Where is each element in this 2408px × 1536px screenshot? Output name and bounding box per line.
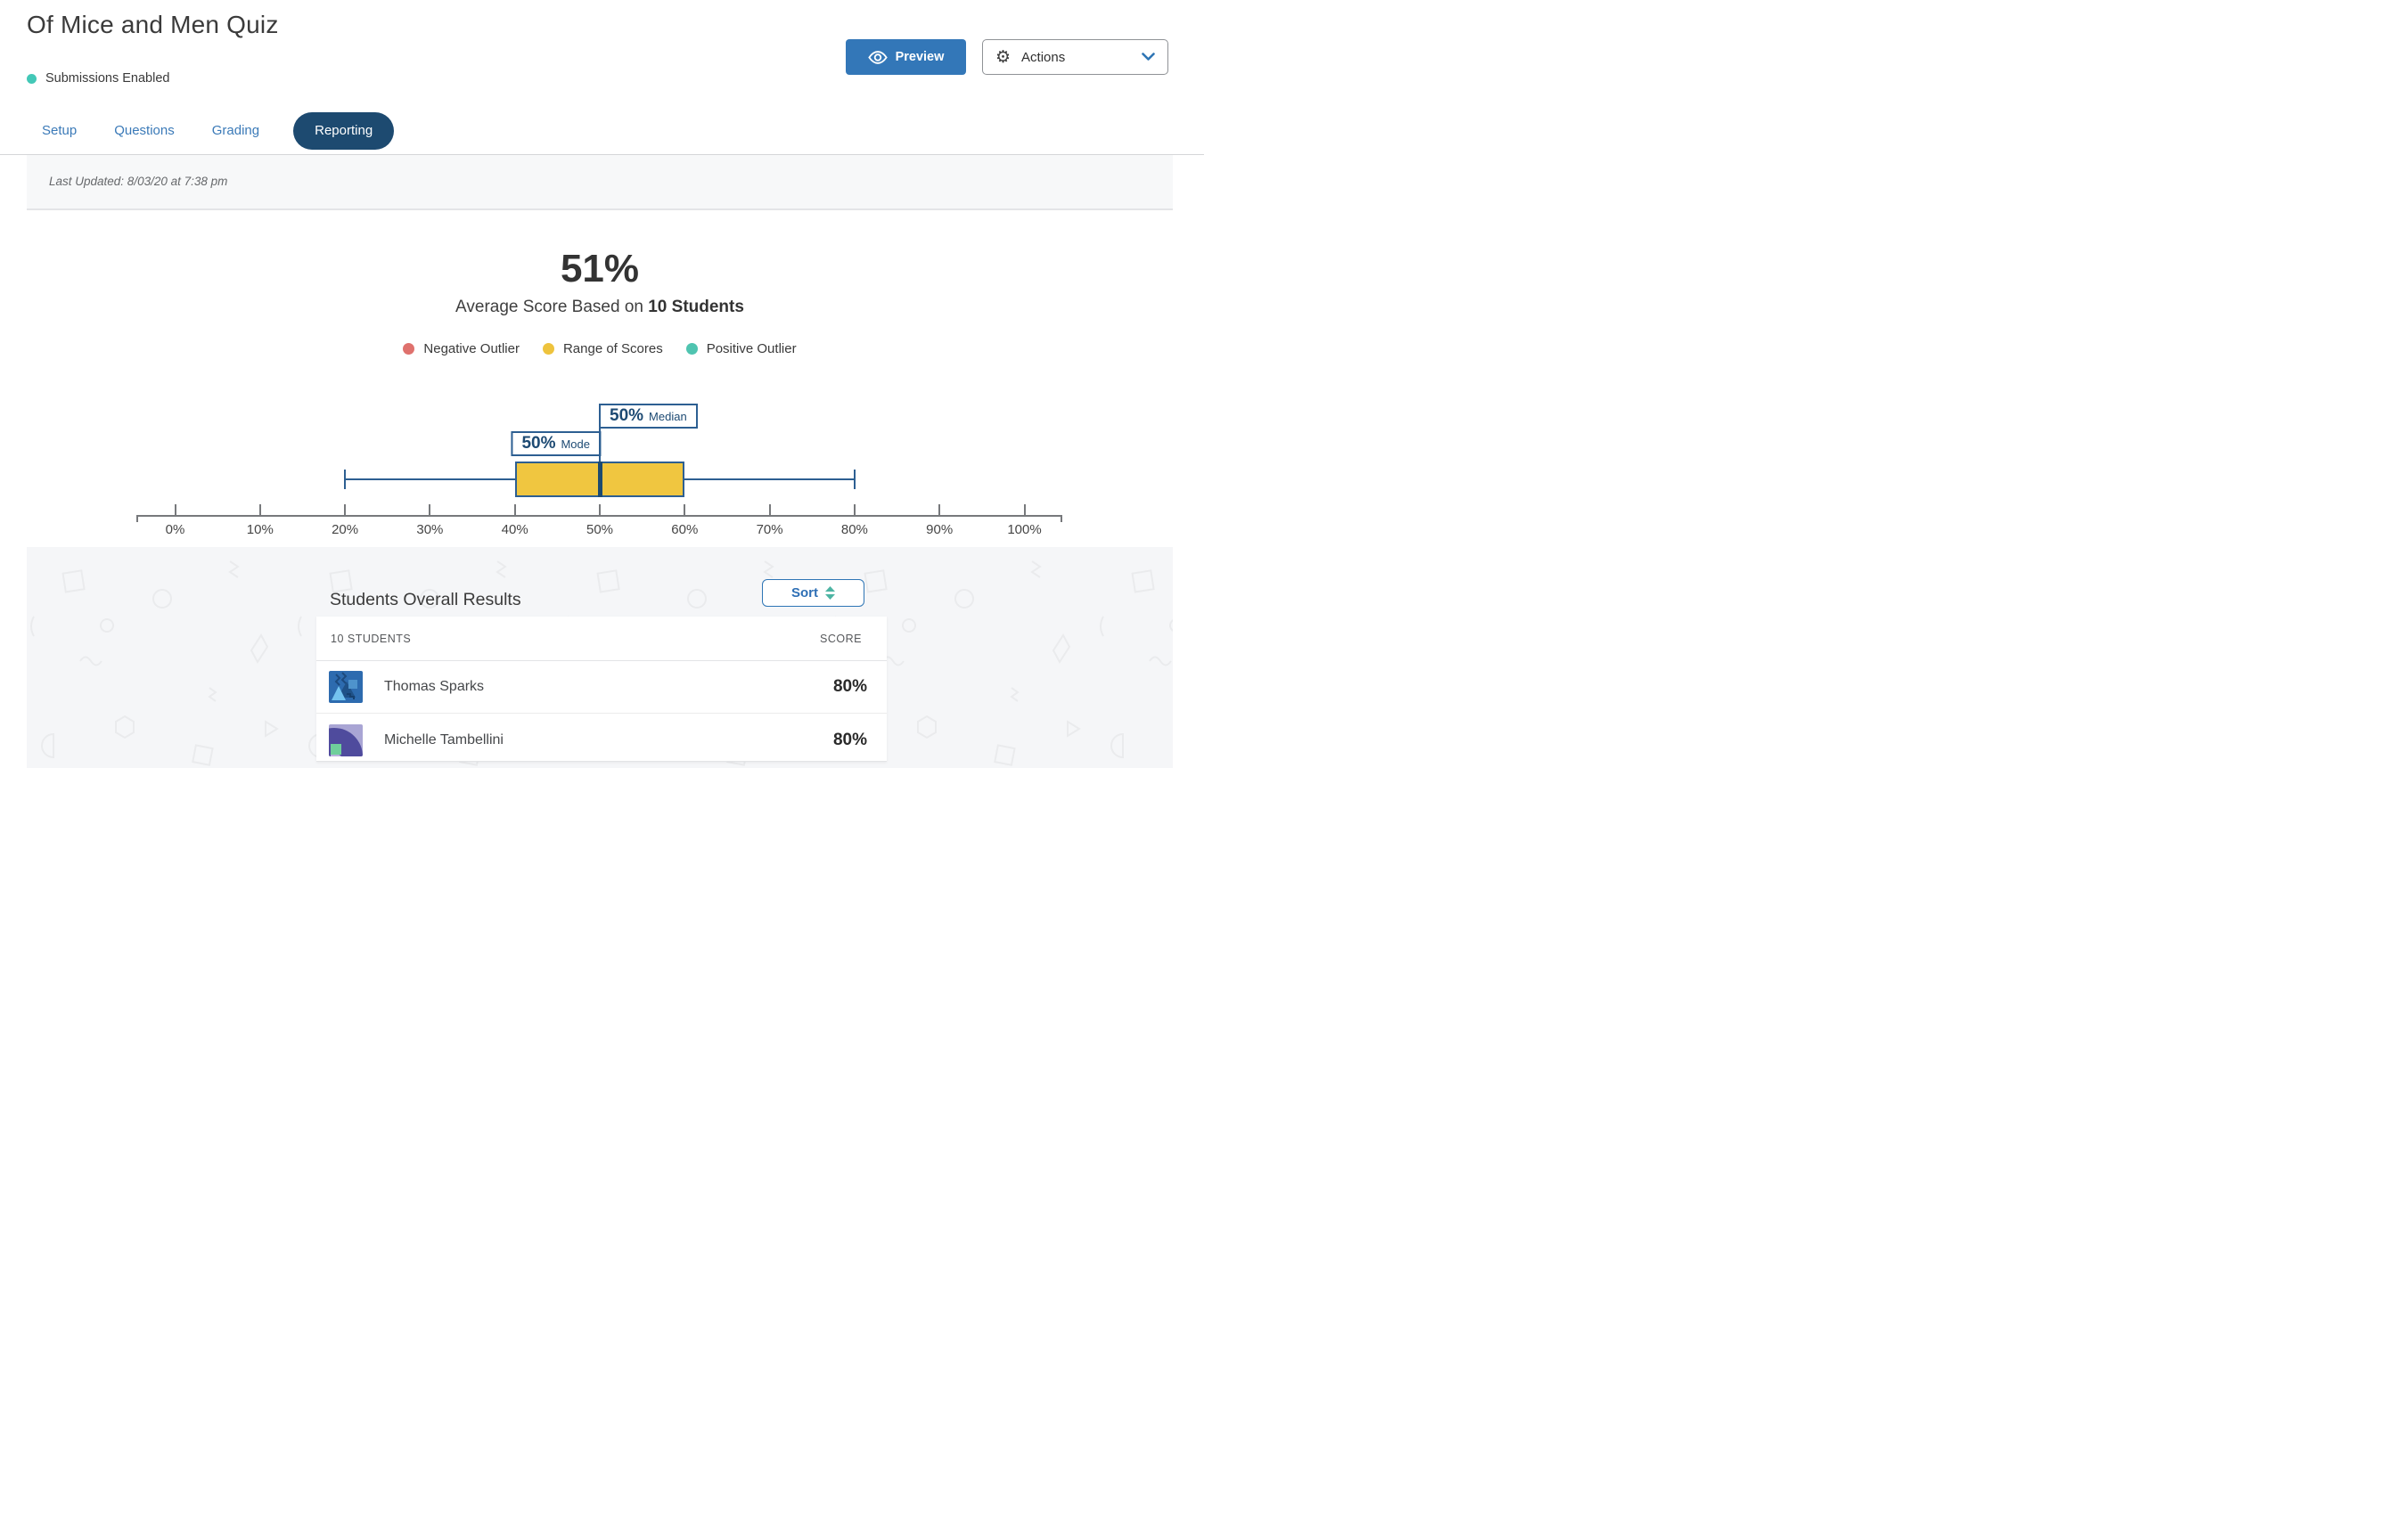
axis-tick [259, 504, 261, 515]
subtitle-prefix: Average Score Based on [455, 298, 648, 316]
student-score: 80% [833, 677, 867, 697]
axis-tick [684, 504, 685, 515]
quiz-reporting-page: Of Mice and Men Quiz Submissions Enabled… [0, 0, 1204, 768]
axis-tick-label: 90% [908, 522, 971, 537]
median-callout: 50% Median [599, 404, 698, 429]
x-axis [136, 515, 1062, 517]
axis-tick [175, 504, 176, 515]
mode-callout: 50% Mode [511, 431, 601, 456]
axis-tick-label: 100% [994, 522, 1056, 537]
axis-tick [854, 504, 856, 515]
axis-tick [1024, 504, 1026, 515]
positive-outlier-dot-icon [686, 343, 698, 355]
preview-label: Preview [896, 50, 945, 64]
tab-questions[interactable]: Questions [114, 112, 175, 150]
score-table-header: 10 STUDENTS SCORE [316, 617, 887, 661]
tab-grading[interactable]: Grading [212, 112, 259, 150]
median-label: Median [649, 410, 687, 423]
subtitle-student-count: 10 Students [648, 298, 744, 316]
score-boxplot: 50% Median 50% Mode 0% 10% 20% 30% 40% 50% 60%… [0, 392, 1204, 547]
axis-tick [429, 504, 430, 515]
median-value: 50% [610, 406, 643, 426]
actions-label: Actions [1021, 50, 1065, 65]
axis-tick [344, 504, 346, 515]
min-whisker-cap [344, 470, 346, 489]
median-connector-line [599, 405, 601, 462]
max-whisker-cap [854, 470, 856, 489]
legend-label: Negative Outlier [423, 341, 520, 356]
boxplot-legend: Negative Outlier Range of Scores Positiv… [0, 341, 1200, 356]
chevron-down-icon [1142, 53, 1155, 61]
mode-value: 50% [521, 434, 555, 453]
axis-tick-label: 60% [653, 522, 716, 537]
axis-tick [599, 504, 601, 515]
last-updated-text: Last Updated: 8/03/20 at 7:38 pm [27, 155, 1173, 208]
axis-tick [938, 504, 940, 515]
tab-setup[interactable]: Setup [42, 112, 77, 150]
axis-tick-label: 30% [398, 522, 461, 537]
sort-arrows-icon [825, 586, 835, 600]
status-label: Submissions Enabled [45, 71, 169, 86]
range-of-scores-dot-icon [543, 343, 554, 355]
right-whisker [684, 478, 855, 480]
status-dot-icon [27, 74, 37, 84]
sort-label: Sort [791, 585, 818, 601]
column-score: SCORE [820, 633, 862, 645]
sort-button[interactable]: Sort [762, 579, 864, 607]
tab-bar: Setup Questions Grading Reporting [42, 112, 394, 150]
actions-button[interactable]: ⚙ Actions [982, 39, 1168, 75]
legend-label: Positive Outlier [707, 341, 797, 356]
tab-reporting-active[interactable]: Reporting [293, 112, 394, 150]
results-heading: Students Overall Results [330, 590, 521, 610]
student-row[interactable]: Thomas Sparks 80% [316, 661, 887, 714]
axis-tick-label: 80% [823, 522, 886, 537]
axis-tick [514, 504, 516, 515]
page-title: Of Mice and Men Quiz [27, 11, 279, 39]
legend-item-positive-outlier: Positive Outlier [686, 341, 797, 356]
last-updated-strip: Last Updated: 8/03/20 at 7:38 pm [27, 155, 1173, 210]
students-score-card: 10 STUDENTS SCORE Thomas Spar [316, 617, 887, 762]
student-row[interactable]: Michelle Tambellini 80% [316, 714, 887, 766]
median-bar [598, 462, 602, 497]
column-students: 10 STUDENTS [331, 633, 411, 645]
avatar [329, 671, 363, 703]
eye-icon [868, 51, 888, 64]
axis-tick [769, 504, 771, 515]
preview-button[interactable]: Preview [846, 39, 966, 75]
mode-label: Mode [561, 437, 590, 451]
axis-left-endcap [136, 515, 138, 522]
axis-tick-label: 0% [144, 522, 207, 537]
average-score-value: 51% [0, 247, 1200, 291]
axis-tick-label: 10% [229, 522, 291, 537]
axis-tick-label: 20% [314, 522, 376, 537]
negative-outlier-dot-icon [403, 343, 414, 355]
legend-item-negative-outlier: Negative Outlier [403, 341, 520, 356]
average-score-subtitle: Average Score Based on 10 Students [0, 298, 1200, 317]
gear-icon: ⚙ [995, 49, 1011, 66]
axis-right-endcap [1061, 515, 1062, 522]
axis-tick-label: 50% [569, 522, 631, 537]
students-results-section: Students Overall Results Sort 10 STUDENT… [27, 547, 1173, 768]
axis-tick-label: 40% [484, 522, 546, 537]
axis-tick-label: 70% [739, 522, 801, 537]
left-whisker [345, 478, 515, 480]
submission-status: Submissions Enabled [27, 71, 169, 86]
student-name: Michelle Tambellini [384, 732, 504, 748]
student-score: 80% [833, 731, 867, 750]
legend-item-range-of-scores: Range of Scores [543, 341, 663, 356]
student-name: Thomas Sparks [384, 679, 484, 695]
avatar [329, 724, 363, 756]
legend-label: Range of Scores [563, 341, 663, 356]
